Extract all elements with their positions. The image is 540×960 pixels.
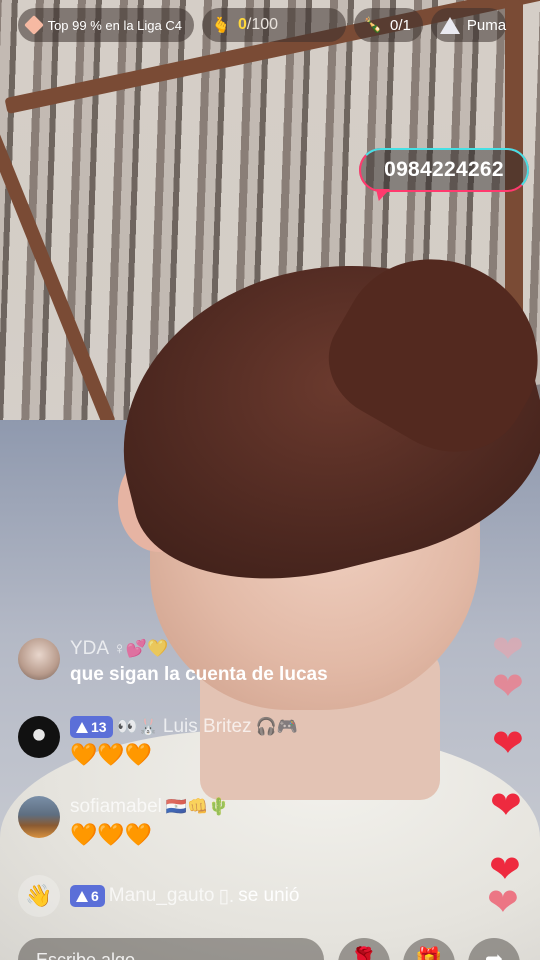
join-notification: 👋 6 Manu_gauto ▯. se unió — [18, 875, 299, 917]
comment-username[interactable]: YDA ♀💕💛 — [70, 638, 328, 660]
puma-pill[interactable]: Puma — [430, 8, 507, 42]
phone-number: 0984224262 — [384, 158, 504, 181]
bottle-icon: 🍾 — [363, 17, 383, 34]
heart-icon: ❤ — [490, 785, 522, 827]
heart-hand-icon: 🫰 — [211, 17, 231, 34]
comment-item[interactable]: 13 👀🐰 Luis Britez 🎧🎮 🧡🧡🧡 — [18, 716, 298, 768]
league-ranking-pill[interactable]: Top 99 % en la Liga C4 — [18, 8, 194, 42]
heart-icon: ❤ — [492, 723, 524, 765]
gift-total: /100 — [246, 16, 279, 33]
comment-item[interactable]: sofiamabel 🇵🇾👊🌵 🧡🧡🧡 — [18, 796, 229, 848]
comment-item[interactable]: YDA ♀💕💛 que sigan la cuenta de lucas — [18, 638, 328, 686]
rose-icon[interactable]: 🌹 — [338, 938, 390, 960]
gift-goal-pill[interactable]: 🫰 0 /100 — [202, 8, 346, 42]
avatar[interactable] — [18, 796, 60, 838]
comment-text: 🧡🧡🧡 — [70, 822, 153, 847]
wave-hand-icon: 👋 — [18, 875, 60, 917]
diamond-icon — [23, 14, 44, 36]
gift-current: 0 — [238, 16, 247, 33]
comment-text: que sigan la cuenta de lucas — [70, 664, 328, 685]
phone-number-sticker: 0984224262 — [359, 148, 529, 192]
rank-pill[interactable]: 🍾 0/1 — [354, 8, 423, 42]
rank-value: 0/1 — [390, 16, 411, 34]
level-badge: 13 — [70, 716, 113, 738]
comment-text: 🧡🧡🧡 — [70, 742, 153, 767]
heart-icon: ❤ — [487, 882, 519, 924]
live-stream-screen: Top 99 % en la Liga C4 🫰 0 /100 🍾 0/1 Pu… — [0, 0, 540, 960]
heart-icon: ❤ — [492, 666, 524, 708]
level-badge: 6 — [70, 885, 105, 907]
comment-username[interactable]: sofiamabel 🇵🇾👊🌵 — [70, 796, 229, 818]
gift-icon[interactable]: 🎁 — [403, 938, 455, 960]
bottom-bar: 🌹 🎁 ➦ — [0, 932, 540, 960]
avatar[interactable] — [18, 716, 60, 758]
top-bar: Top 99 % en la Liga C4 🫰 0 /100 🍾 0/1 Pu… — [18, 8, 507, 42]
join-text: 6 Manu_gauto ▯. se unió — [70, 885, 299, 908]
triangle-icon — [439, 14, 461, 36]
heart-icon: ❤ — [492, 629, 524, 671]
league-text: Top 99 % en la Liga C4 — [47, 17, 182, 33]
comment-input[interactable] — [18, 938, 324, 960]
avatar[interactable] — [18, 638, 60, 680]
comment-username[interactable]: 13 👀🐰 Luis Britez 🎧🎮 — [70, 716, 298, 738]
share-icon[interactable]: ➦ — [468, 938, 520, 960]
puma-label: Puma — [466, 16, 507, 34]
